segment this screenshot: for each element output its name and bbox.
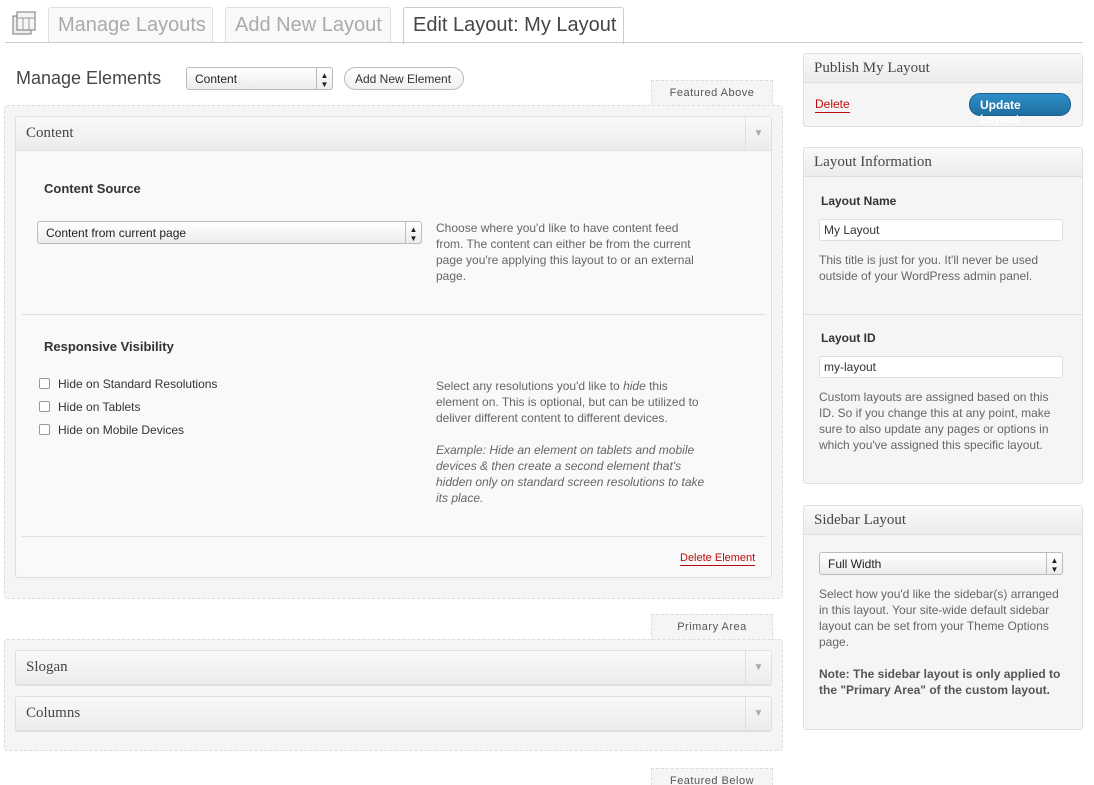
hide-tablets-checkbox[interactable]: Hide on Tablets [39,400,141,414]
update-layout-button[interactable]: Update Layout [969,93,1071,126]
manage-elements-title: Manage Elements [16,68,162,88]
responsive-visibility-title: Responsive Visibility [44,339,174,354]
sidebar-layout-select[interactable]: Full Width ▲ ▼ [819,552,1063,575]
checkbox-box[interactable] [39,378,50,389]
content-source-title: Content Source [44,181,141,196]
slogan-element-title: Slogan [26,659,68,675]
layout-name-label: Layout Name [821,194,897,208]
select-arrows-icon: ▲ ▼ [405,222,421,243]
columns-element: Columns ▼ [15,696,772,732]
section-divider [22,536,765,537]
collapse-toggle-icon[interactable]: ▼ [745,651,771,685]
select-arrows-icon: ▲ ▼ [316,68,332,89]
sidebar-layout-note: Note: The sidebar layout is only applied… [819,667,1061,697]
delete-element-link[interactable]: Delete Element [680,552,756,566]
content-source-select-value: Content from current page [46,226,187,240]
element-type-select[interactable]: Content ▲ ▼ [186,67,333,90]
columns-element-title: Columns [26,705,81,721]
layout-information-title: Layout Information [804,148,1082,177]
responsive-visibility-example: Example: Hide an element on tablets and … [436,443,705,505]
publish-widget-title: Publish My Layout [804,54,1082,83]
tab-add-new-layout[interactable]: Add New Layout [225,7,391,43]
primary-area-label: Primary Area [651,614,773,640]
checkbox-box[interactable] [39,401,50,412]
checkbox-label: Hide on Standard Resolutions [58,377,218,391]
slogan-element-header[interactable]: Slogan [16,651,771,685]
page-header: Manage Layouts Add New Layout Edit Layou… [0,0,1094,44]
add-new-element-button[interactable]: Add New Element [344,67,464,90]
featured-above-label: Featured Above [651,80,773,106]
hide-mobile-checkbox[interactable]: Hide on Mobile Devices [39,423,184,437]
content-source-description: Choose where you'd like to have content … [436,221,694,283]
slogan-element: Slogan ▼ [15,650,772,686]
featured-below-label: Featured Below [651,768,773,785]
collapse-toggle-icon[interactable]: ▼ [745,697,771,731]
header-divider [5,42,1083,43]
delete-layout-link[interactable]: Delete [815,97,850,113]
checkbox-box[interactable] [39,424,50,435]
sidebar-layout-select-value: Full Width [828,557,882,571]
columns-element-header[interactable]: Columns [16,697,771,731]
select-arrows-icon: ▲ ▼ [1046,553,1062,574]
section-divider [804,314,1082,315]
layout-name-description: This title is just for you. It'll never … [819,253,1039,283]
hide-standard-checkbox[interactable]: Hide on Standard Resolutions [39,377,217,391]
sidebar-layout-description: Select how you'd like the sidebar(s) arr… [819,587,1059,649]
collapse-toggle-icon[interactable]: ▼ [745,117,771,151]
sidebar-layout-title: Sidebar Layout [804,506,1082,535]
element-type-select-value: Content [195,72,238,86]
layout-name-input[interactable]: My Layout [819,219,1063,241]
content-element-title: Content [26,125,74,141]
layout-builder-logo-icon [9,8,41,40]
layout-id-label: Layout ID [821,331,876,345]
content-element-header[interactable]: Content [16,117,771,151]
tab-edit-layout[interactable]: Edit Layout: My Layout [403,7,624,44]
section-divider [22,314,765,315]
content-source-select[interactable]: Content from current page ▲ ▼ [37,221,422,244]
responsive-visibility-description: Select any resolutions you'd like to hid… [436,379,699,425]
tab-manage-layouts[interactable]: Manage Layouts [48,7,213,43]
layout-id-input[interactable]: my-layout [819,356,1063,378]
checkbox-label: Hide on Mobile Devices [58,423,185,437]
checkbox-label: Hide on Tablets [58,400,141,414]
layout-id-description: Custom layouts are assigned based on thi… [819,390,1051,452]
